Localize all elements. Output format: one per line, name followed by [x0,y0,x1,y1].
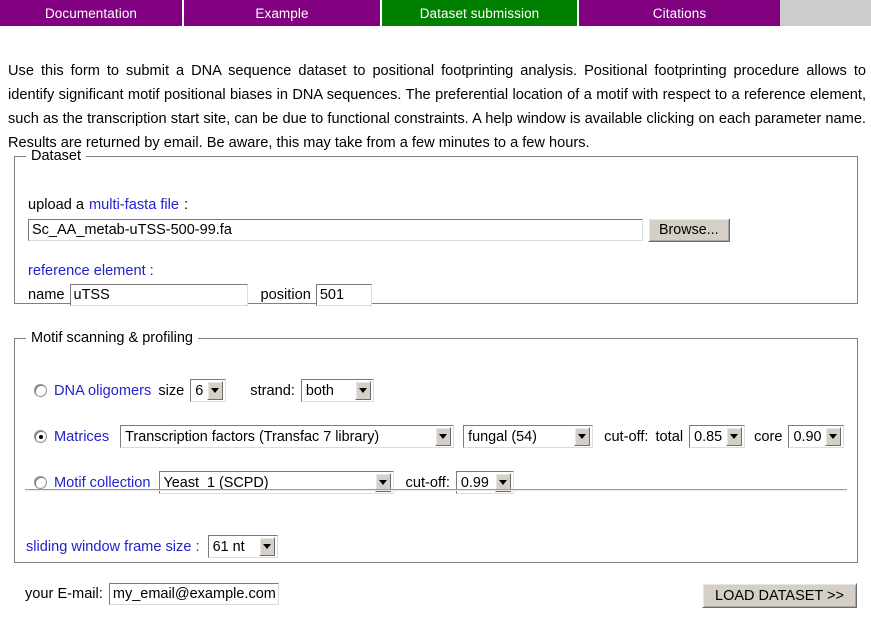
reference-position-input[interactable] [315,284,372,306]
motif-legend: Motif scanning & profiling [31,330,193,346]
tab-example-label: Example [255,5,309,21]
matrix-library-value: Transcription factors (Transfac 7 librar… [125,428,380,445]
strand-label: strand: [250,382,295,399]
tab-dataset-submission-label: Dataset submission [419,5,540,21]
chevron-down-icon [435,427,452,446]
tab-documentation-label: Documentation [44,5,138,21]
chevron-down-icon [258,537,275,556]
dna-oligomers-row: DNA oligomers size 6 strand: both [34,379,374,402]
dataset-fieldset: Dataset upload a multi-fasta file : Brow… [14,148,858,306]
dna-oligomers-radio[interactable] [34,384,47,397]
matrix-total-cutoff-value: 0.85 [694,428,723,445]
email-row: your E-mail: [25,583,279,605]
reference-element-row: reference element : [28,263,154,279]
tab-documentation[interactable]: Documentation [0,0,184,26]
chevron-down-icon [726,427,743,446]
upload-prefix-label: upload a [28,197,84,213]
matrix-cutoff-label: cut-off: [604,428,649,445]
reference-element-link[interactable]: reference element : [28,263,154,279]
strand-select[interactable]: both [300,379,374,402]
strand-value: both [305,382,334,399]
chevron-down-icon [354,381,371,400]
dna-oligomers-link[interactable]: DNA oligomers [54,383,151,399]
sliding-window-value: 61 nt [212,538,245,555]
load-dataset-button[interactable]: LOAD DATASET >> [702,583,857,608]
oligomer-size-value: 6 [195,382,204,399]
browse-button[interactable]: Browse... [648,218,730,242]
oligomer-size-select[interactable]: 6 [190,379,227,402]
sliding-window-select[interactable]: 61 nt [207,535,278,558]
chevron-down-icon [574,427,591,446]
upload-label-row: upload a multi-fasta file : [28,197,188,213]
matrix-organism-value: fungal (54) [468,428,537,445]
upload-suffix-label: : [184,197,189,213]
matrix-organism-select[interactable]: fungal (54) [463,425,594,448]
name-label: name [28,287,65,303]
dataset-legend: Dataset [31,148,81,164]
matrices-link[interactable]: Matrices [54,429,109,445]
tab-dataset-submission[interactable]: Dataset submission [382,0,579,26]
motif-collection-radio[interactable] [34,476,47,489]
matrix-library-select[interactable]: Transcription factors (Transfac 7 librar… [120,425,455,448]
multi-fasta-file-link[interactable]: multi-fasta file [89,197,179,213]
main-tab-bar: Documentation Example Dataset submission… [0,0,871,26]
email-label: your E-mail: [25,586,103,602]
matrix-core-label: core [754,428,783,445]
chevron-down-icon [825,427,842,446]
tab-citations-label: Citations [652,5,707,21]
matrices-radio[interactable] [34,430,47,443]
submit-row: LOAD DATASET >> [702,583,857,608]
tab-citations[interactable]: Citations [579,0,780,26]
sliding-window-row: sliding window frame size : 61 nt [26,535,278,558]
sliding-window-link[interactable]: sliding window frame size : [26,539,200,555]
motif-fieldset: Motif scanning & profiling DNA oligomers… [14,330,858,563]
tab-example[interactable]: Example [184,0,382,26]
email-input[interactable] [108,583,279,605]
position-label: position [260,287,311,303]
reference-name-input[interactable] [69,284,248,306]
matrix-total-cutoff-select[interactable]: 0.85 [689,425,746,448]
tab-bar-filler [780,0,871,26]
matrix-core-cutoff-select[interactable]: 0.90 [788,425,845,448]
oligomer-size-label: size [158,382,185,399]
motif-section-divider [25,489,847,491]
file-upload-row: Browse... [28,218,730,242]
file-path-input[interactable] [28,219,643,241]
reference-name-position-row: name position [28,284,372,306]
matrices-row: Matrices Transcription factors (Transfac… [34,425,845,448]
matrix-total-label: total [655,428,684,445]
matrix-core-cutoff-value: 0.90 [793,428,822,445]
intro-paragraph: Use this form to submit a DNA sequence d… [8,62,866,151]
chevron-down-icon [207,381,224,400]
